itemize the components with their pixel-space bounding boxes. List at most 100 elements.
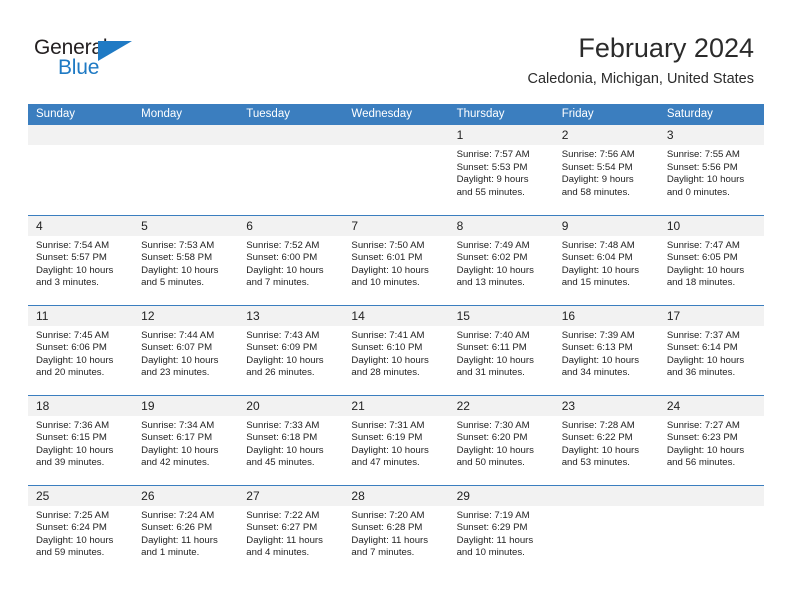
day-detail-line: Daylight: 10 hours xyxy=(351,354,429,366)
day-detail-line: Sunrise: 7:30 AM xyxy=(456,419,530,431)
day-detail-line: Daylight: 10 hours xyxy=(36,444,114,456)
day-detail-line: Daylight: 10 hours xyxy=(561,354,640,366)
weekday-header-cell: Saturday xyxy=(658,104,764,125)
day-number: 8 xyxy=(448,215,554,236)
day-details: Sunrise: 7:22 AM Sunset: 6:27 PM Daylight:… xyxy=(238,506,343,560)
day-detail-line: Sunset: 5:58 PM xyxy=(141,252,213,264)
day-details: Sunrise: 7:33 AM Sunset: 6:18 PM Daylight:… xyxy=(238,416,343,470)
day-detail-line: Daylight: 10 hours xyxy=(141,444,219,456)
calendar-day-cell[interactable]: 22 Sunrise: 7:30 AM Sunset: 6:20 PM Dayligh… xyxy=(448,394,554,485)
calendar-week-row: 18 Sunrise: 7:36 AM Sunset: 6:15 PM Dayligh… xyxy=(28,394,764,485)
calendar-day-cell[interactable]: 13 Sunrise: 7:43 AM Sunset: 6:09 PM Dayligh… xyxy=(238,304,344,395)
calendar-day-cell[interactable]: 27 Sunrise: 7:22 AM Sunset: 6:27 PM Dayligh… xyxy=(238,484,344,575)
calendar-day-cell[interactable]: 15 Sunrise: 7:40 AM Sunset: 6:11 PM Dayligh… xyxy=(448,304,554,395)
day-details: Sunrise: 7:20 AM Sunset: 6:28 PM Daylight:… xyxy=(343,506,448,560)
day-details: Sunrise: 7:56 AM Sunset: 5:54 PM Daylight:… xyxy=(554,145,659,199)
day-detail-line: and 15 minutes. xyxy=(561,277,630,289)
day-number: 18 xyxy=(28,395,134,416)
calendar-day-cell[interactable]: 23 Sunrise: 7:28 AM Sunset: 6:22 PM Dayligh… xyxy=(553,394,659,485)
day-detail-line: and 56 minutes. xyxy=(666,457,736,469)
day-detail-line: Sunrise: 7:34 AM xyxy=(141,419,215,431)
day-number xyxy=(343,125,449,145)
day-detail-line: Sunset: 6:11 PM xyxy=(456,342,527,354)
day-detail-line: Sunset: 6:20 PM xyxy=(456,432,528,444)
day-number: 26 xyxy=(133,485,239,506)
calendar-day-cell[interactable]: 28 Sunrise: 7:20 AM Sunset: 6:28 PM Dayligh… xyxy=(343,484,449,575)
day-detail-line: and 1 minute. xyxy=(141,547,200,559)
calendar-week-row: 25 Sunrise: 7:25 AM Sunset: 6:24 PM Dayligh… xyxy=(28,484,764,575)
day-detail-line: Daylight: 10 hours xyxy=(351,444,429,456)
calendar-day-cell[interactable]: 12 Sunrise: 7:44 AM Sunset: 6:07 PM Dayligh… xyxy=(133,304,239,395)
day-number: 6 xyxy=(238,215,344,236)
day-detail-line: Sunrise: 7:27 AM xyxy=(666,419,740,431)
day-detail-line: Daylight: 10 hours xyxy=(456,264,534,276)
day-detail-line: Sunrise: 7:52 AM xyxy=(246,239,320,251)
calendar-day-cell[interactable]: 29 Sunrise: 7:19 AM Sunset: 6:29 PM Dayligh… xyxy=(448,484,554,575)
calendar-grid: Sunday Monday Tuesday Wednesday Thursday Frid… xyxy=(28,104,764,575)
day-detail-line: Daylight: 10 hours xyxy=(141,264,219,276)
day-detail-line: Daylight: 10 hours xyxy=(561,444,640,456)
day-detail-line: Sunrise: 7:55 AM xyxy=(666,149,740,160)
day-detail-line: Daylight: 11 hours xyxy=(141,534,218,546)
calendar-day-cell[interactable]: 14 Sunrise: 7:41 AM Sunset: 6:10 PM Dayligh… xyxy=(343,304,449,395)
day-detail-line: Daylight: 11 hours xyxy=(351,534,429,546)
calendar-day-cell[interactable]: 20 Sunrise: 7:33 AM Sunset: 6:18 PM Dayligh… xyxy=(238,394,344,485)
calendar-day-cell[interactable]: 19 Sunrise: 7:34 AM Sunset: 6:17 PM Dayligh… xyxy=(133,394,239,485)
calendar-day-cell[interactable]: 25 Sunrise: 7:25 AM Sunset: 6:24 PM Dayligh… xyxy=(28,484,134,575)
day-detail-line: Sunrise: 7:49 AM xyxy=(456,239,530,251)
day-detail-line: Sunset: 6:13 PM xyxy=(561,342,633,354)
day-details: Sunrise: 7:48 AM Sunset: 6:04 PM Daylight:… xyxy=(554,236,659,290)
calendar-day-cell[interactable]: 11 Sunrise: 7:45 AM Sunset: 6:06 PM Dayligh… xyxy=(28,304,134,395)
calendar-day-cell[interactable]: 24 Sunrise: 7:27 AM Sunset: 6:23 PM Dayligh… xyxy=(658,394,764,485)
weekday-header: Sunday Monday Tuesday Wednesday Thursday Frid… xyxy=(28,104,764,125)
day-detail-line: Sunset: 6:01 PM xyxy=(351,252,423,264)
calendar-day-cell[interactable]: 21 Sunrise: 7:31 AM Sunset: 6:19 PM Dayligh… xyxy=(343,394,449,485)
calendar-week-row: 4 Sunrise: 7:54 AM Sunset: 5:57 PM Daylight… xyxy=(28,214,764,305)
calendar-cell-empty xyxy=(238,125,344,215)
calendar-day-cell[interactable]: 2 Sunrise: 7:56 AM Sunset: 5:54 PM Daylight… xyxy=(553,125,659,215)
day-detail-line: Sunset: 5:57 PM xyxy=(36,252,107,264)
calendar-day-cell[interactable]: 1 Sunrise: 7:57 AM Sunset: 5:53 PM Daylight… xyxy=(448,125,554,215)
calendar-day-cell[interactable]: 10 Sunrise: 7:47 AM Sunset: 6:05 PM Dayligh… xyxy=(658,214,764,305)
day-detail-line: and 7 minutes. xyxy=(351,547,415,559)
day-number: 19 xyxy=(133,395,239,416)
calendar-day-cell[interactable]: 9 Sunrise: 7:48 AM Sunset: 6:04 PM Daylight… xyxy=(553,214,659,305)
day-detail-line: Sunset: 6:06 PM xyxy=(36,342,107,354)
day-detail-line: Daylight: 11 hours xyxy=(456,534,534,546)
day-details: Sunrise: 7:53 AM Sunset: 5:58 PM Daylight:… xyxy=(133,236,238,290)
calendar-day-cell[interactable]: 4 Sunrise: 7:54 AM Sunset: 5:57 PM Daylight… xyxy=(28,214,134,305)
calendar-day-cell[interactable]: 8 Sunrise: 7:49 AM Sunset: 6:02 PM Daylight… xyxy=(448,214,554,305)
calendar-day-cell[interactable]: 26 Sunrise: 7:24 AM Sunset: 6:26 PM Dayligh… xyxy=(133,484,239,575)
day-number: 5 xyxy=(133,215,239,236)
brand-logo[interactable]: General Blue xyxy=(34,36,154,84)
day-detail-line: Sunrise: 7:47 AM xyxy=(666,239,740,251)
calendar-day-cell[interactable]: 18 Sunrise: 7:36 AM Sunset: 6:15 PM Dayligh… xyxy=(28,394,134,485)
calendar-day-cell[interactable]: 3 Sunrise: 7:55 AM Sunset: 5:56 PM Daylight… xyxy=(658,125,764,215)
calendar-header-row: Sunday Monday Tuesday Wednesday Thursday Frid… xyxy=(28,104,764,125)
calendar-cell-empty xyxy=(553,484,659,575)
day-number: 28 xyxy=(343,485,449,506)
day-number: 10 xyxy=(658,215,764,236)
day-number: 12 xyxy=(133,305,239,326)
day-detail-line: Sunset: 6:14 PM xyxy=(666,342,738,354)
calendar-day-cell[interactable]: 16 Sunrise: 7:39 AM Sunset: 6:13 PM Dayligh… xyxy=(553,304,659,395)
day-detail-line: and 18 minutes. xyxy=(666,277,736,289)
day-detail-line: Daylight: 10 hours xyxy=(456,354,534,366)
day-number: 4 xyxy=(28,215,134,236)
calendar-day-cell[interactable]: 6 Sunrise: 7:52 AM Sunset: 6:00 PM Daylight… xyxy=(238,214,344,305)
calendar-day-cell[interactable]: 5 Sunrise: 7:53 AM Sunset: 5:58 PM Daylight… xyxy=(133,214,239,305)
calendar-day-cell[interactable]: 7 Sunrise: 7:50 AM Sunset: 6:01 PM Daylight… xyxy=(343,214,449,305)
day-detail-line: Daylight: 10 hours xyxy=(246,354,324,366)
day-detail-line: and 28 minutes. xyxy=(351,367,420,379)
day-number xyxy=(238,125,344,145)
day-detail-line: and 55 minutes. xyxy=(456,186,525,198)
day-details: Sunrise: 7:57 AM Sunset: 5:53 PM Daylight:… xyxy=(449,145,554,199)
weekday-header-cell: Friday xyxy=(553,104,659,125)
day-number xyxy=(658,485,764,506)
day-number: 14 xyxy=(343,305,449,326)
day-detail-line: Sunrise: 7:54 AM xyxy=(36,239,110,251)
day-detail-line: Sunset: 6:27 PM xyxy=(246,522,318,534)
day-detail-line: Daylight: 9 hours xyxy=(456,174,529,186)
day-detail-line: Daylight: 10 hours xyxy=(36,534,114,546)
calendar-day-cell[interactable]: 17 Sunrise: 7:37 AM Sunset: 6:14 PM Dayligh… xyxy=(658,304,764,395)
